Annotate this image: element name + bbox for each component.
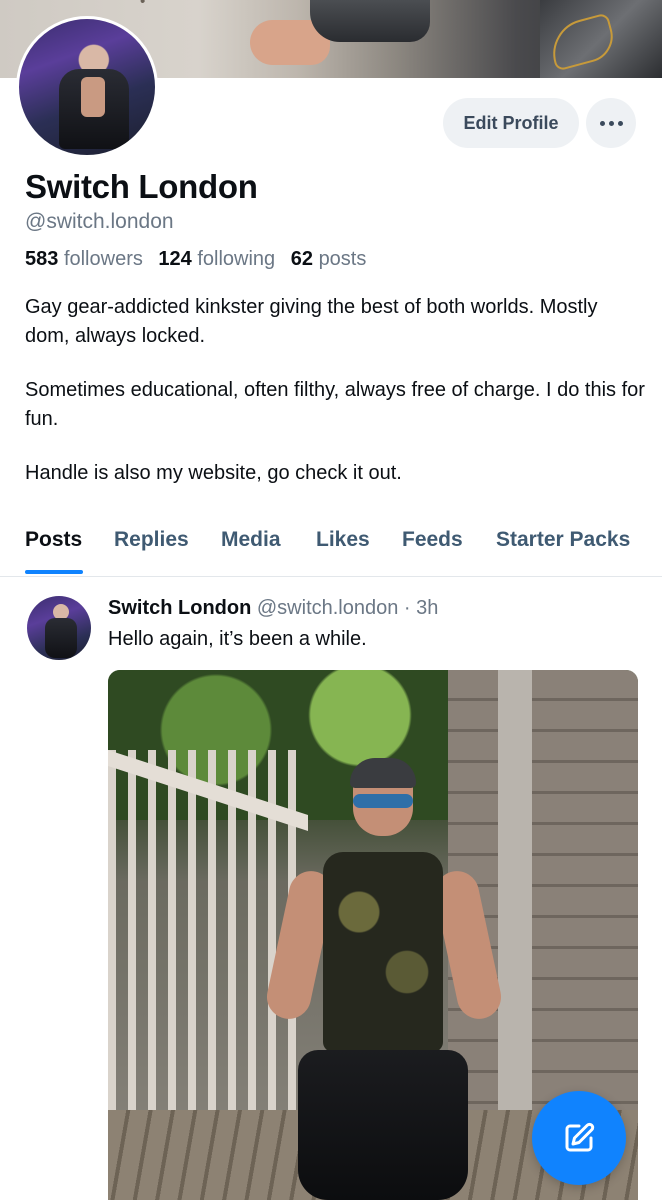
tab-replies[interactable]: Replies <box>114 528 189 552</box>
profile-bio: Gay gear-addicted kinkster giving the be… <box>25 293 645 488</box>
post-header: Switch London @switch.london · 3h <box>108 597 438 620</box>
more-options-button[interactable] <box>586 98 636 148</box>
bio-paragraph: Sometimes educational, often filthy, alw… <box>25 379 645 430</box>
compose-button[interactable] <box>532 1091 626 1185</box>
tab-posts[interactable]: Posts <box>25 528 82 552</box>
posts-count: 62 posts <box>290 248 367 270</box>
post-author-avatar[interactable] <box>27 596 91 660</box>
compose-icon <box>565 1122 595 1152</box>
photo-person <box>258 758 506 1200</box>
post-author-name[interactable]: Switch London <box>108 597 251 619</box>
bio-paragraph: Handle is also my website, go check it o… <box>25 462 402 484</box>
banner-arm <box>310 0 430 42</box>
tab-media[interactable]: Media <box>221 528 281 552</box>
banner-chain <box>140 0 243 46</box>
ellipsis-icon <box>599 120 605 126</box>
banner-boot <box>540 0 662 78</box>
profile-handle: @switch.london <box>25 210 174 233</box>
active-tab-indicator <box>25 570 83 574</box>
bio-paragraph: Gay gear-addicted kinkster giving the be… <box>25 296 598 347</box>
profile-stats: 583 followers 124 following 62 posts <box>25 248 366 271</box>
tab-feeds[interactable]: Feeds <box>402 528 463 552</box>
following-link[interactable]: 124 following <box>158 248 275 270</box>
profile-display-name: Switch London <box>25 168 258 205</box>
post-separator: · <box>403 597 411 619</box>
profile-avatar[interactable] <box>16 16 158 158</box>
tab-likes[interactable]: Likes <box>316 528 370 552</box>
post-text: Hello again, it’s been a while. <box>108 628 367 650</box>
tab-starter-packs[interactable]: Starter Packs <box>496 528 630 552</box>
profile-tabs: Posts Replies Media Likes Feeds Starter … <box>0 522 662 577</box>
post-author-handle[interactable]: @switch.london <box>257 597 398 619</box>
edit-profile-button[interactable]: Edit Profile <box>443 98 579 148</box>
post-timestamp[interactable]: 3h <box>416 597 438 619</box>
followers-link[interactable]: 583 followers <box>25 248 143 270</box>
